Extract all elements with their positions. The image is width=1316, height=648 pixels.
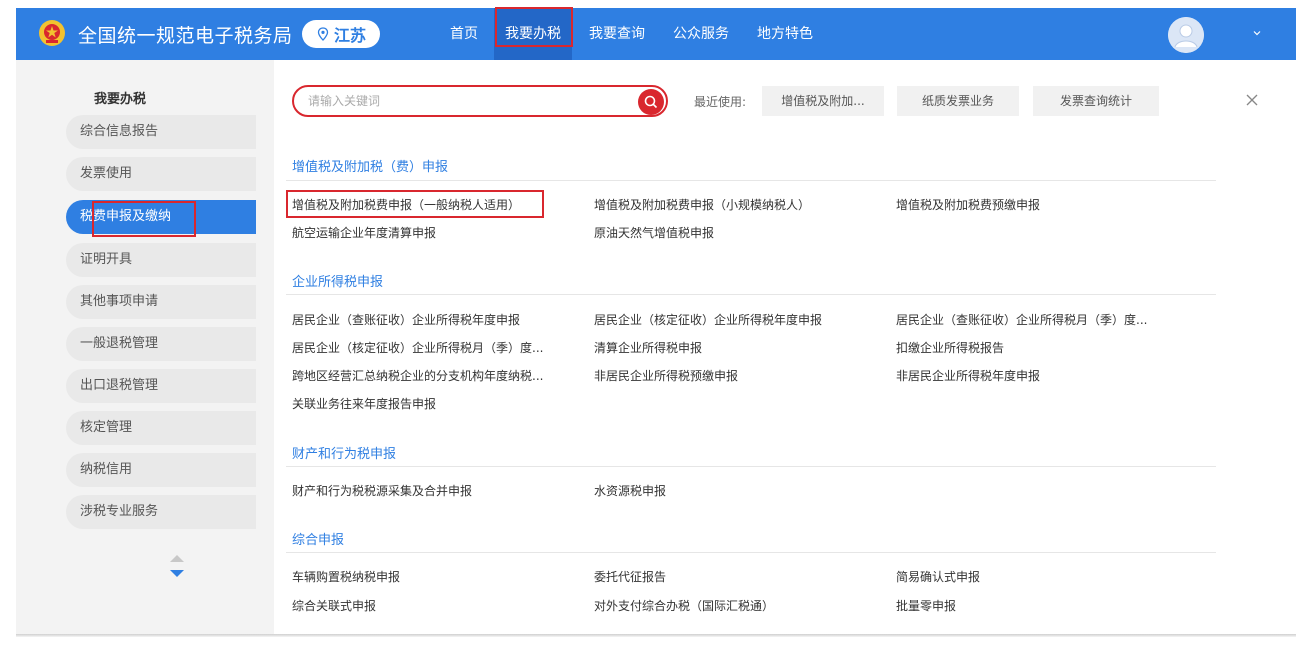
section-title-property: 财产和行为税申报 [292, 447, 397, 462]
recent-chip-paper-invoice[interactable]: 纸质发票业务 [897, 86, 1019, 116]
nav-home[interactable]: 首页 [446, 8, 482, 60]
link-aviation-settlement[interactable]: 航空运输企业年度清算申报 [292, 224, 436, 241]
link-cit-withholding[interactable]: 扣缴企业所得税报告 [896, 339, 1004, 356]
section-title-cit: 企业所得税申报 [292, 275, 384, 290]
section-divider [286, 294, 1216, 295]
section-divider [286, 180, 1216, 181]
sidebar-item-tax-filing[interactable]: 税费申报及缴纳 [66, 200, 256, 234]
link-cit-assessed-monthly[interactable]: 居民企业（核定征收）企业所得税月（季）度... [292, 339, 543, 356]
link-cit-audit-monthly[interactable]: 居民企业（查账征收）企业所得税月（季）度... [896, 311, 1147, 328]
link-nonresident-annual[interactable]: 非居民企业所得税年度申报 [896, 367, 1040, 384]
sidebar-item-other-request[interactable]: 其他事项申请 [66, 285, 256, 319]
tax-emblem-icon [39, 20, 65, 46]
sidebar-item-certificate[interactable]: 证明开具 [66, 243, 256, 277]
link-vehicle-purchase-tax[interactable]: 车辆购置税纳税申报 [292, 568, 400, 585]
recent-chip-invoice-query[interactable]: 发票查询统计 [1033, 86, 1159, 116]
region-label: 江苏 [333, 26, 366, 45]
chevron-down-icon[interactable] [1252, 28, 1262, 38]
link-cit-branch-annual[interactable]: 跨地区经营汇总纳税企业的分支机构年度纳税... [292, 367, 543, 384]
nav-public-service[interactable]: 公众服务 [668, 8, 734, 60]
link-entrusted-collection[interactable]: 委托代征报告 [594, 568, 666, 585]
search-input[interactable] [308, 94, 608, 108]
section-divider [286, 552, 1216, 553]
link-nonresident-prepay[interactable]: 非居民企业所得税预缴申报 [594, 367, 738, 384]
nav-query[interactable]: 我要查询 [584, 8, 650, 60]
search-box [292, 85, 668, 117]
sidebar-item-tax-credit[interactable]: 纳税信用 [66, 453, 256, 487]
link-water-resource-tax[interactable]: 水资源税申报 [594, 482, 666, 499]
bottom-edge [16, 634, 1296, 637]
link-batch-zero-filing[interactable]: 批量零申报 [896, 597, 956, 614]
link-cit-assessed-annual[interactable]: 居民企业（核定征收）企业所得税年度申报 [594, 311, 822, 328]
sidebar-item-export-refund[interactable]: 出口退税管理 [66, 369, 256, 403]
user-avatar[interactable] [1168, 17, 1204, 53]
section-title-vat: 增值税及附加税（费）申报 [292, 160, 449, 175]
link-simple-confirm[interactable]: 简易确认式申报 [896, 568, 980, 585]
link-comprehensive-linked[interactable]: 综合关联式申报 [292, 597, 376, 614]
sidebar-item-info-report[interactable]: 综合信息报告 [66, 115, 256, 149]
close-icon[interactable] [1244, 92, 1260, 108]
recent-label: 最近使用: [694, 95, 747, 109]
link-crude-oil-vat[interactable]: 原油天然气增值税申报 [594, 224, 714, 241]
search-button[interactable] [638, 89, 664, 115]
link-cit-audit-annual[interactable]: 居民企业（查账征收）企业所得税年度申报 [292, 311, 520, 328]
link-cit-liquidation[interactable]: 清算企业所得税申报 [594, 339, 702, 356]
user-icon [1168, 17, 1204, 53]
sidebar-title: 我要办税 [94, 92, 147, 107]
search-icon [644, 95, 658, 109]
top-header: 全国统一规范电子税务局 江苏 首页 我要办税 我要查询 公众服务 地方特色 [16, 8, 1296, 60]
sidebar-item-assessment[interactable]: 核定管理 [66, 411, 256, 445]
nav-local-features[interactable]: 地方特色 [752, 8, 818, 60]
region-selector[interactable]: 江苏 [302, 20, 380, 48]
site-title[interactable]: 全国统一规范电子税务局 [78, 21, 293, 48]
sidebar-item-invoice-use[interactable]: 发票使用 [66, 157, 256, 191]
link-foreign-payment[interactable]: 对外支付综合办税（国际汇税通） [594, 597, 774, 614]
recent-chip-vat[interactable]: 增值税及附加... [762, 86, 884, 116]
nav-handle-tax[interactable]: 我要办税 [494, 8, 572, 60]
location-pin-icon [317, 27, 329, 41]
link-vat-prepay[interactable]: 增值税及附加税费预缴申报 [896, 196, 1040, 213]
section-divider [286, 466, 1216, 467]
link-property-combined[interactable]: 财产和行为税税源采集及合并申报 [292, 482, 472, 499]
link-related-party-report[interactable]: 关联业务往来年度报告申报 [292, 395, 436, 412]
section-title-comprehensive: 综合申报 [292, 533, 345, 548]
link-vat-small[interactable]: 增值税及附加税费申报（小规模纳税人） [594, 196, 810, 213]
sidebar-item-tax-refund[interactable]: 一般退税管理 [66, 327, 256, 361]
scroll-arrows-icon[interactable] [168, 554, 186, 580]
sidebar-item-professional-service[interactable]: 涉税专业服务 [66, 495, 256, 529]
link-vat-general[interactable]: 增值税及附加税费申报（一般纳税人适用） [292, 196, 520, 213]
